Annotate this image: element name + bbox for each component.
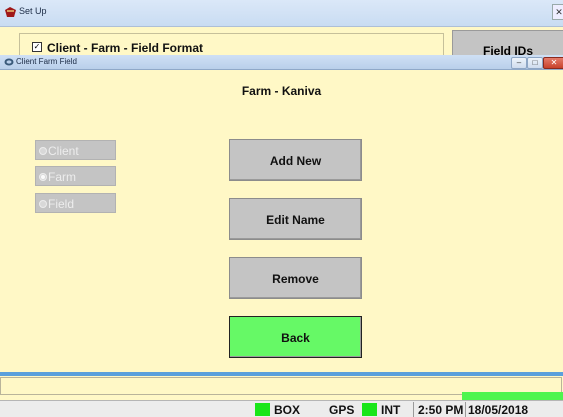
int-indicator [362, 403, 377, 416]
status-separator [413, 402, 414, 417]
dialog-title: Client Farm Field [16, 57, 77, 66]
format-checkbox[interactable]: ✓ [32, 42, 42, 52]
radio-farm-label: Farm [48, 170, 76, 184]
remove-button[interactable]: Remove [229, 257, 362, 299]
radio-field[interactable]: Field [35, 193, 116, 213]
maximize-button[interactable]: □ [527, 57, 543, 69]
status-separator [465, 402, 466, 417]
back-button[interactable]: Back [229, 316, 362, 358]
client-farm-field-window: Client Farm Field – □ ✕ Farm - Kaniva Cl… [0, 55, 563, 372]
format-checkbox-row[interactable]: ✓ Client - Farm - Field Format [19, 33, 444, 57]
status-bar: BOX GPS INT 2:50 PM 18/05/2018 [0, 400, 563, 417]
radio-farm[interactable]: Farm [35, 166, 116, 186]
app-logo-icon [5, 7, 16, 17]
setup-window-titlebar: Set Up ✕ [0, 0, 563, 27]
setup-close-button[interactable]: ✕ [552, 4, 563, 20]
box-label: BOX [274, 403, 301, 417]
box-indicator [255, 403, 270, 416]
status-date: 18/05/2018 [468, 403, 529, 417]
radio-client-label: Client [48, 144, 79, 158]
format-checkbox-label: Client - Farm - Field Format [47, 41, 204, 55]
setup-window-title: Set Up [19, 6, 47, 16]
radio-client[interactable]: Client [35, 140, 116, 160]
page-title: Farm - Kaniva [241, 84, 322, 98]
dialog-logo-icon [4, 58, 14, 66]
status-time: 2:50 PM [418, 403, 464, 417]
setup-divider [0, 372, 563, 376]
radio-farm-dot [39, 173, 47, 181]
radio-field-label: Field [48, 197, 75, 211]
int-label: INT [381, 403, 401, 417]
add-new-button[interactable]: Add New [229, 139, 362, 181]
gps-label: GPS [329, 403, 355, 417]
radio-client-dot [39, 147, 47, 155]
edit-name-button[interactable]: Edit Name [229, 198, 362, 240]
dialog-titlebar: Client Farm Field – □ ✕ [0, 55, 563, 70]
minimize-button[interactable]: – [511, 57, 527, 69]
close-button[interactable]: ✕ [543, 57, 563, 69]
radio-field-dot [39, 200, 47, 208]
